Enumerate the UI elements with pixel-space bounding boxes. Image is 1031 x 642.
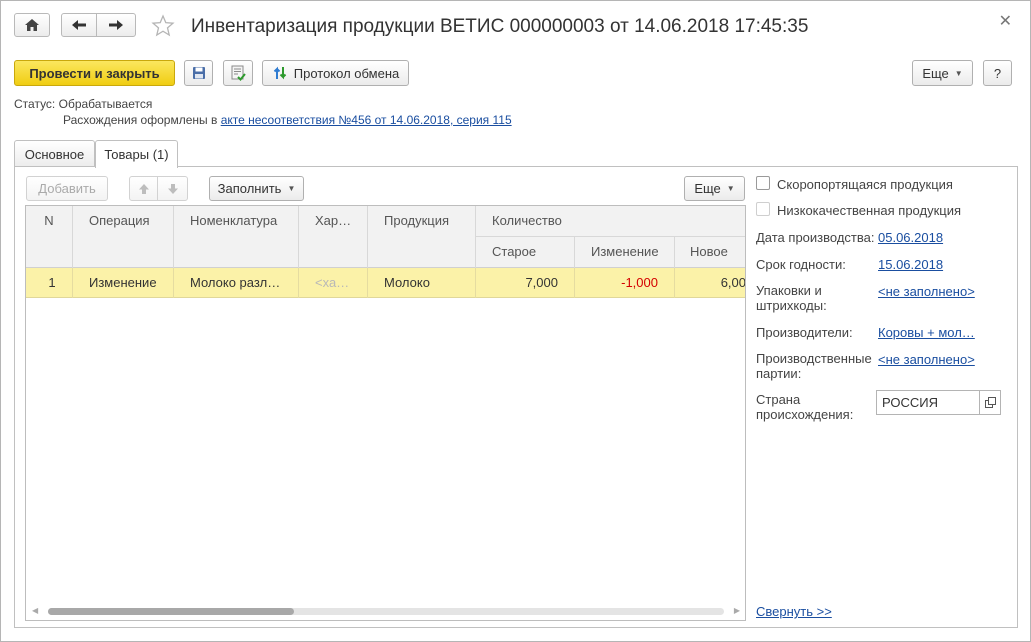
- packaging-label-line1: Упаковки и: [756, 283, 822, 298]
- packaging-label: Упаковки и штрихкоды:: [756, 283, 827, 313]
- dropdown-caret-icon: ▼: [954, 68, 963, 78]
- goods-table[interactable]: N Операция Номенклатура Хар… Продукция К…: [25, 205, 746, 621]
- favorite-star-icon[interactable]: [151, 14, 175, 41]
- cell-old: 7,000: [476, 268, 575, 298]
- col-header-operation[interactable]: Операция: [73, 206, 174, 268]
- country-label: Страна происхождения:: [756, 392, 853, 422]
- cell-n: 1: [26, 268, 73, 298]
- arrow-up-icon: [138, 183, 149, 194]
- document-window: Инвентаризация продукции ВЕТИС 000000003…: [0, 0, 1031, 642]
- discrepancy-prefix: Расхождения оформлены в: [63, 113, 218, 127]
- country-label-line2: происхождения:: [756, 407, 854, 422]
- home-icon: [25, 19, 39, 31]
- post-document-icon: [231, 65, 246, 81]
- cell-operation: Изменение: [73, 268, 174, 298]
- scroll-right-icon[interactable]: ▶: [734, 606, 740, 615]
- batches-label-line2: партии:: [756, 366, 802, 381]
- arrow-right-icon: [109, 20, 123, 30]
- home-button[interactable]: [14, 13, 50, 37]
- batches-label: Производственные партии:: [756, 351, 872, 381]
- arrow-down-icon: [167, 183, 178, 194]
- add-button[interactable]: Добавить: [26, 176, 108, 201]
- expiry-label: Срок годности:: [756, 257, 846, 272]
- cell-nomenclature: Молоко разл…: [174, 268, 299, 298]
- post-and-close-button[interactable]: Провести и закрыть: [14, 60, 175, 86]
- status-row: Статус: Обрабатывается: [14, 97, 152, 111]
- more-label: Еще: [922, 65, 949, 81]
- production-date-label: Дата производства:: [756, 230, 875, 245]
- tab-main[interactable]: Основное: [14, 140, 95, 167]
- perishable-checkbox[interactable]: [756, 176, 770, 190]
- country-field[interactable]: РОССИЯ: [876, 390, 980, 415]
- exchange-icon: [273, 66, 286, 80]
- exchange-log-button[interactable]: Протокол обмена: [262, 60, 409, 86]
- status-value: Обрабатывается: [58, 97, 153, 111]
- scroll-left-icon[interactable]: ◀: [32, 606, 38, 615]
- batches-label-line1: Производственные: [756, 351, 872, 366]
- save-button[interactable]: [184, 60, 213, 86]
- col-header-old[interactable]: Старое: [476, 237, 575, 268]
- more-button[interactable]: Еще ▼: [912, 60, 973, 86]
- move-up-button[interactable]: [129, 176, 158, 201]
- table-more-label: Еще: [694, 181, 721, 196]
- country-label-line1: Страна: [756, 392, 801, 407]
- low-quality-label: Низкокачественная продукция: [777, 203, 962, 218]
- dropdown-caret-icon: ▼: [726, 184, 735, 193]
- fill-button[interactable]: Заполнить ▼: [209, 176, 304, 201]
- dropdown-caret-icon: ▼: [287, 184, 296, 193]
- table-header: N Операция Номенклатура Хар… Продукция К…: [26, 206, 745, 268]
- discrepancy-row: Расхождения оформлены в акте несоответст…: [63, 113, 512, 127]
- packaging-label-line2: штрихкоды:: [756, 298, 827, 313]
- producers-link[interactable]: Коровы + мол…: [878, 325, 975, 340]
- col-header-product[interactable]: Продукция: [368, 206, 476, 268]
- producers-label: Производители:: [756, 325, 853, 340]
- horizontal-scrollbar[interactable]: ◀ ▶: [26, 602, 745, 620]
- cell-product: Молоко: [368, 268, 476, 298]
- packaging-link[interactable]: <не заполнено>: [878, 284, 975, 299]
- scrollbar-thumb[interactable]: [48, 608, 294, 615]
- col-header-n[interactable]: N: [26, 206, 73, 268]
- cell-change: -1,000: [575, 268, 675, 298]
- post-button[interactable]: [223, 60, 253, 86]
- table-row[interactable]: 1 Изменение Молоко разл… <ха… Молоко 7,0…: [26, 268, 746, 298]
- low-quality-checkbox[interactable]: [756, 202, 770, 216]
- batches-link[interactable]: <не заполнено>: [878, 352, 975, 367]
- col-header-change[interactable]: Изменение: [575, 237, 675, 268]
- collapse-link[interactable]: Свернуть >>: [756, 604, 832, 619]
- save-icon: [192, 67, 205, 79]
- forward-button[interactable]: [96, 13, 136, 37]
- perishable-label: Скоропортящаяся продукция: [777, 177, 953, 192]
- open-icon: [984, 397, 996, 408]
- back-button[interactable]: [61, 13, 97, 37]
- col-header-new[interactable]: Новое: [675, 237, 745, 268]
- production-date-link[interactable]: 05.06.2018: [878, 230, 943, 245]
- table-more-button[interactable]: Еще ▼: [684, 176, 745, 201]
- col-header-quantity[interactable]: Количество: [476, 206, 745, 237]
- open-country-button[interactable]: [979, 390, 1001, 415]
- fill-label: Заполнить: [217, 181, 282, 196]
- discrepancy-act-link[interactable]: акте несоответствия №456 от 14.06.2018, …: [221, 113, 512, 127]
- cell-characteristic: <ха…: [299, 268, 368, 298]
- col-header-nomenclature[interactable]: Номенклатура: [174, 206, 299, 268]
- tab-goods[interactable]: Товары (1): [95, 140, 178, 168]
- status-label: Статус:: [14, 97, 56, 111]
- help-button[interactable]: ?: [983, 60, 1012, 86]
- close-icon[interactable]: ✕: [999, 11, 1012, 31]
- move-down-button[interactable]: [157, 176, 188, 201]
- cell-new: 6,00: [720, 275, 746, 290]
- exchange-log-label: Протокол обмена: [293, 65, 400, 81]
- col-header-characteristic[interactable]: Хар…: [299, 206, 368, 268]
- expiry-date-link[interactable]: 15.06.2018: [878, 257, 943, 272]
- page-title: Инвентаризация продукции ВЕТИС 000000003…: [191, 16, 809, 37]
- arrow-left-icon: [72, 20, 86, 30]
